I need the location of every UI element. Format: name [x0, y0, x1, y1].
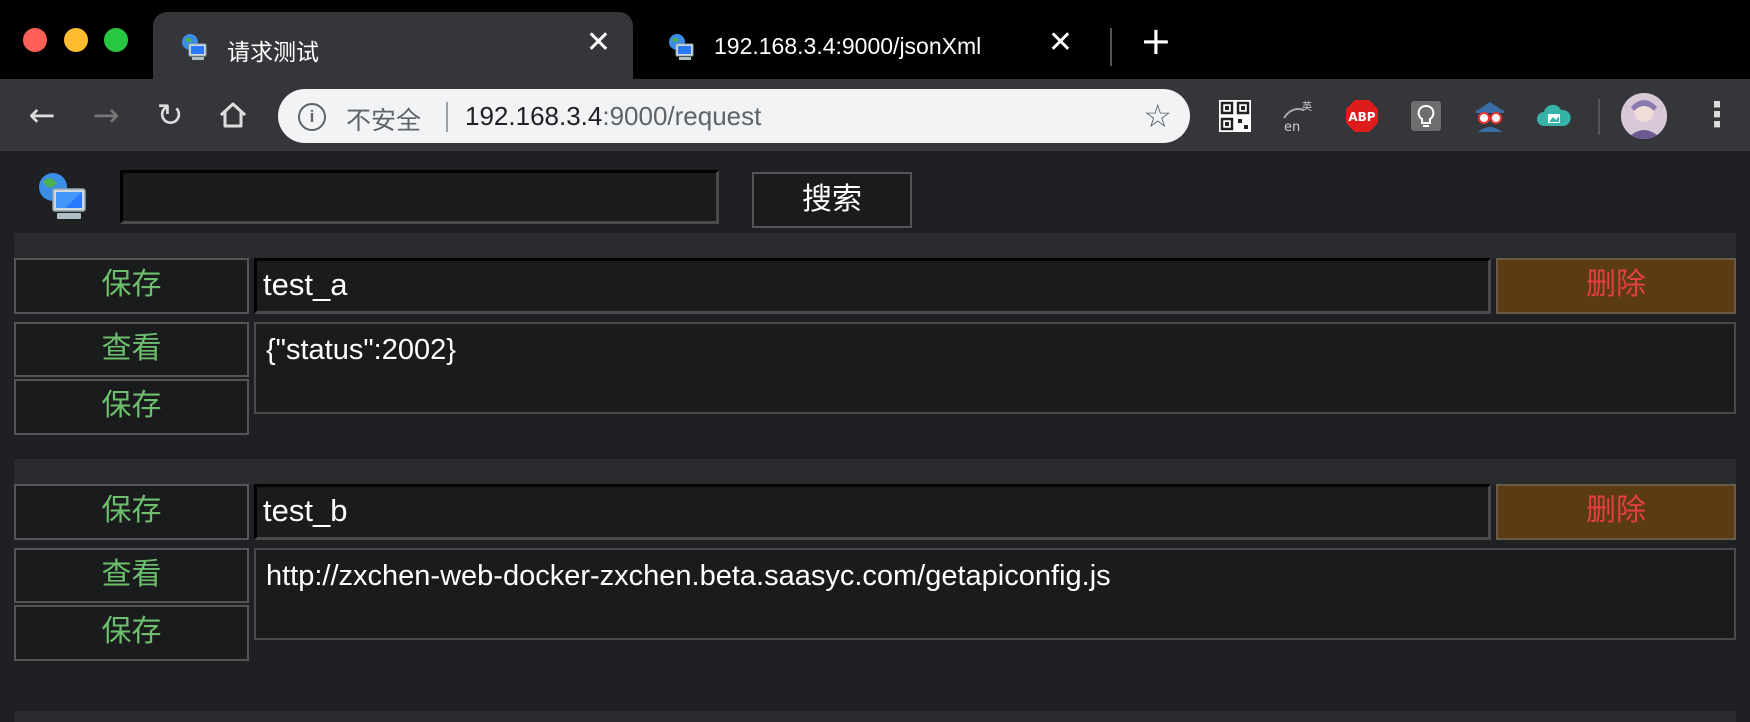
- tab-title: 192.168.3.4:9000/jsonXml: [714, 33, 982, 59]
- forward-arrow-icon[interactable]: →: [86, 95, 126, 135]
- reload-icon[interactable]: ↻: [150, 95, 190, 135]
- request-content-area[interactable]: http://zxchen-web-docker-zxchen.beta.saa…: [254, 548, 1736, 640]
- row-separator: [14, 711, 1736, 722]
- info-icon[interactable]: i: [298, 103, 326, 131]
- save-name-button[interactable]: 保存: [14, 258, 249, 314]
- window-minimize-button[interactable]: [64, 28, 88, 52]
- url-path: :9000/request: [602, 101, 762, 131]
- svg-text:en: en: [1284, 120, 1300, 134]
- qr-code-icon[interactable]: [1217, 98, 1253, 134]
- security-label: 不安全: [346, 107, 422, 135]
- tab-jsonxml[interactable]: 192.168.3.4:9000/jsonXml ✕: [640, 12, 1095, 79]
- tab-strip: 请求测试 ✕ 192.168.3.4:9000/jsonXml ✕ +: [0, 0, 1750, 79]
- window-close-button[interactable]: [23, 28, 47, 52]
- view-button[interactable]: 查看: [14, 548, 249, 603]
- adblock-icon[interactable]: ABP: [1344, 98, 1380, 134]
- delete-button[interactable]: 删除: [1496, 484, 1736, 540]
- new-tab-icon[interactable]: +: [1140, 22, 1172, 60]
- delete-button[interactable]: 删除: [1496, 258, 1736, 314]
- close-tab-icon[interactable]: ✕: [586, 28, 611, 58]
- svg-text:英: 英: [1302, 100, 1312, 113]
- spy-icon[interactable]: [1472, 98, 1508, 134]
- save-content-button[interactable]: 保存: [14, 379, 249, 435]
- computer-globe-icon: [669, 34, 694, 60]
- translate-icon[interactable]: en 英: [1280, 98, 1316, 134]
- save-name-button[interactable]: 保存: [14, 484, 249, 540]
- tab-separator: [1110, 28, 1112, 66]
- search-button[interactable]: 搜索: [752, 172, 912, 228]
- url-text[interactable]: 192.168.3.4:9000/request: [465, 101, 761, 132]
- row-separator: [14, 233, 1736, 259]
- bookmark-star-icon[interactable]: ☆: [1143, 97, 1172, 135]
- omnibox-divider: [446, 102, 448, 132]
- page-content: 搜索 保存 test_a 删除 查看 保存 {"status":2002} 保存…: [0, 151, 1750, 722]
- profile-avatar[interactable]: [1621, 93, 1667, 139]
- url-host: 192.168.3.4: [465, 101, 603, 131]
- computer-globe-icon: [39, 173, 86, 219]
- request-name-input[interactable]: test_b: [254, 484, 1491, 540]
- back-arrow-icon[interactable]: ←: [22, 95, 62, 135]
- tab-request-test[interactable]: 请求测试 ✕: [153, 12, 633, 79]
- cloud-image-icon[interactable]: [1536, 98, 1572, 134]
- adblock-label: ABP: [1348, 110, 1375, 124]
- lightbulb-icon[interactable]: [1408, 98, 1444, 134]
- avatar-image: [1621, 93, 1667, 139]
- tab-title: 请求测试: [227, 39, 319, 65]
- window-zoom-button[interactable]: [104, 28, 128, 52]
- search-input[interactable]: [120, 170, 719, 224]
- address-bar[interactable]: i 不安全 192.168.3.4:9000/request ☆: [278, 89, 1190, 143]
- extension-divider: [1598, 99, 1600, 135]
- home-icon[interactable]: [213, 95, 253, 135]
- view-button[interactable]: 查看: [14, 322, 249, 377]
- more-menu-icon[interactable]: ⋮: [1700, 95, 1734, 135]
- request-name-input[interactable]: test_a: [254, 258, 1491, 314]
- close-tab-icon[interactable]: ✕: [1048, 28, 1073, 58]
- row-separator: [14, 459, 1736, 485]
- computer-globe-icon: [182, 34, 207, 60]
- request-content-area[interactable]: {"status":2002}: [254, 322, 1736, 414]
- browser-toolbar: ← → ↻ i 不安全 192.168.3.4:9000/request ☆ e…: [0, 79, 1750, 151]
- save-content-button[interactable]: 保存: [14, 605, 249, 661]
